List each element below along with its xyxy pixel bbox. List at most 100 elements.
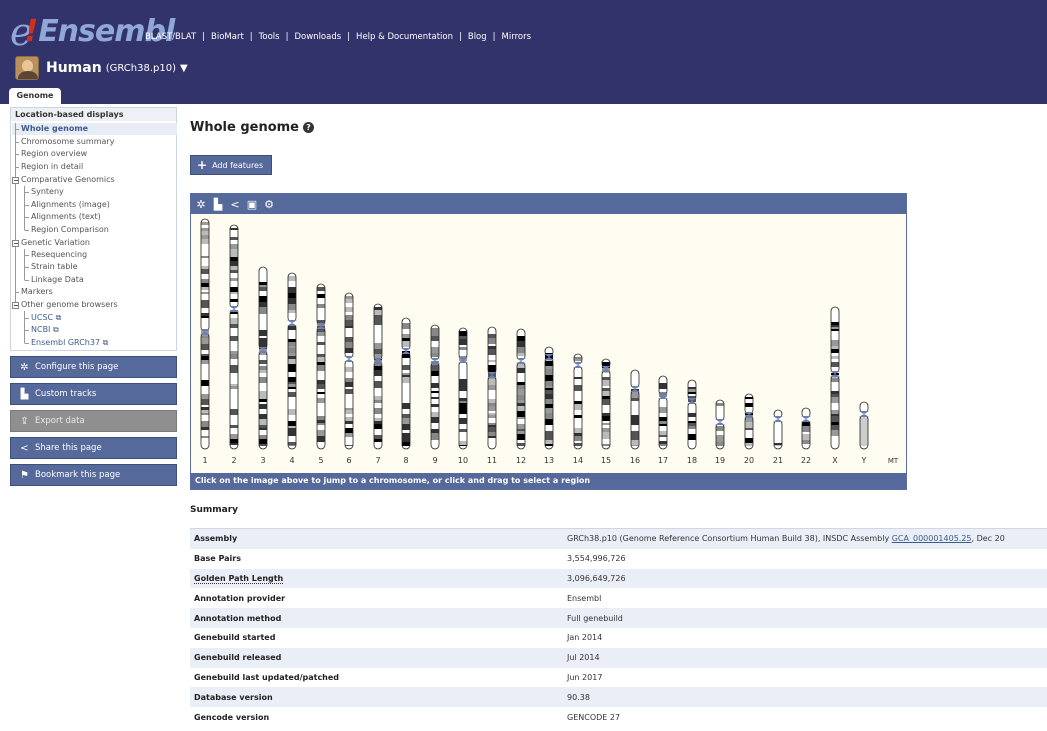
chromosome-2[interactable]: 2 (229, 224, 239, 465)
chromosome-band (345, 322, 353, 326)
chromosome-band (230, 399, 238, 405)
nav-resequencing[interactable]: Resequencing (31, 249, 87, 261)
chromosome-12[interactable]: 12 (516, 328, 526, 465)
chromosome-band (488, 413, 496, 415)
link-help[interactable]: Help & Documentation (356, 32, 453, 42)
share-page-button[interactable]: < Share this page (10, 437, 177, 459)
nav-whole-genome[interactable]: Whole genome (21, 123, 88, 135)
nav-ensembl-grch37[interactable]: Ensembl GRCh37 ⧉ (31, 337, 108, 349)
chromosome-6[interactable]: 6 (344, 292, 354, 465)
bookmark-page-button[interactable]: ⚑ Bookmark this page (10, 464, 177, 486)
nav-linkage-data[interactable]: Linkage Data (31, 274, 84, 286)
resize-icon[interactable]: ⚙ (263, 198, 275, 211)
chromosome-band (831, 422, 839, 425)
chromosome-band (602, 373, 610, 377)
link-biomart[interactable]: BioMart (211, 32, 244, 42)
chromosome-band (745, 443, 753, 446)
chromosome-8[interactable]: 8 (401, 317, 411, 465)
chromosome-band (431, 336, 439, 341)
nav-comparative-genomics[interactable]: Comparative Genomics (21, 174, 115, 186)
assembly-accession-link[interactable]: GCA_000001405.25 (892, 534, 972, 543)
chromosome-band (860, 405, 868, 409)
chromosome-15[interactable]: 15 (601, 358, 611, 465)
nav-alignments-text[interactable]: Alignments (text) (31, 211, 101, 223)
page-title-text: Whole genome (190, 120, 299, 135)
chromosome-Y[interactable]: Y (859, 401, 869, 465)
chromosome-10[interactable]: 10 (458, 327, 468, 465)
export-image-icon[interactable]: ▣ (246, 198, 258, 211)
chromosome-1[interactable]: 1 (200, 218, 210, 465)
chromosome-band (574, 418, 582, 424)
chromosome-band (201, 336, 209, 338)
chromosome-3[interactable]: 3 (258, 266, 268, 465)
chromosome-X[interactable]: X (830, 306, 840, 465)
chromosome-band (517, 353, 525, 356)
configure-page-button[interactable]: ✲ Configure this page (10, 356, 177, 378)
chromosome-band (317, 345, 325, 351)
link-downloads[interactable]: Downloads (294, 32, 341, 42)
chromosome-16[interactable]: 16 (630, 369, 640, 465)
chromosome-band (201, 308, 209, 313)
karyotype-svg[interactable]: 1 2 3 4 5 6 7 8 9 10 11 12 13 14 15 16 17 18 19 20 21 22 X Y MT (191, 214, 906, 473)
chromosome-band (774, 433, 782, 435)
chromosome-11[interactable]: 11 (487, 326, 497, 465)
chromosome-9[interactable]: 9 (430, 324, 440, 465)
nav-alignments-image[interactable]: Alignments (image) (31, 199, 110, 211)
chromosome-band (545, 413, 553, 419)
export-data-button[interactable]: ⇪ Export data (10, 410, 177, 432)
chromosome-18[interactable]: 18 (687, 379, 697, 465)
link-blog[interactable]: Blog (468, 32, 487, 42)
species-selector[interactable]: Human (GRCh38.p10) ▼ (15, 56, 188, 80)
nav-chromosome-summary[interactable]: Chromosome summary (21, 136, 114, 148)
link-blast[interactable]: BLAST/BLAT (145, 32, 196, 42)
gear-icon[interactable]: ✲ (195, 198, 207, 211)
chromosome-20[interactable]: 20 (744, 393, 754, 465)
chromosome-14[interactable]: 14 (573, 353, 583, 465)
chromosome-band (459, 432, 467, 437)
chromosome-band (545, 419, 553, 425)
karyotype-image[interactable]: 1 2 3 4 5 6 7 8 9 10 11 12 13 14 15 16 17 18 19 20 21 22 X Y MT (191, 214, 906, 473)
custom-tracks-button[interactable]: ▙ Custom tracks (10, 383, 177, 405)
nav-synteny[interactable]: Synteny (31, 186, 64, 198)
nav-other-genome-browsers[interactable]: Other genome browsers (21, 299, 118, 311)
chromosome-5[interactable]: 5 (316, 283, 326, 465)
chromosome-band (631, 421, 639, 425)
nav-region-in-detail[interactable]: Region in detail (21, 161, 83, 173)
share-icon[interactable]: < (229, 198, 241, 211)
chromosome-band (517, 377, 525, 380)
nav-markers[interactable]: Markers (21, 286, 53, 298)
link-tools[interactable]: Tools (259, 32, 280, 42)
help-icon[interactable]: ? (303, 122, 314, 133)
chromosome-band (317, 313, 325, 315)
chromosome-13[interactable]: 13 (544, 346, 554, 465)
chromosome-band (201, 394, 209, 399)
chromosome-band (259, 287, 267, 291)
chromosome-band (402, 392, 410, 395)
chromosome-band (201, 368, 209, 373)
nav-ucsc[interactable]: UCSC ⧉ (31, 312, 61, 324)
nav-ncbi[interactable]: NCBI ⧉ (31, 324, 59, 336)
chromosome-22[interactable]: 22 (801, 407, 811, 465)
chromosome-band (860, 424, 868, 426)
chromosome-band (230, 234, 238, 237)
custom-tracks-icon[interactable]: ▙ (212, 198, 224, 211)
chromosome-7[interactable]: 7 (373, 303, 383, 465)
chromosome-4[interactable]: 4 (287, 272, 297, 465)
nav-genetic-variation[interactable]: Genetic Variation (21, 237, 90, 249)
chromosome-band (602, 416, 610, 421)
chromosome-19[interactable]: 19 (715, 399, 725, 465)
chromosome-band (345, 414, 353, 417)
chromosome-MT[interactable]: MT (888, 457, 899, 465)
chromosome-band (488, 379, 496, 385)
link-mirrors[interactable]: Mirrors (502, 32, 531, 42)
chromosome-17[interactable]: 17 (658, 375, 668, 465)
chromosome-band (345, 296, 353, 299)
chromosome-band (288, 432, 296, 436)
chromosome-21[interactable]: 21 (773, 409, 783, 465)
chromosome-band (488, 362, 496, 365)
tab-genome[interactable]: Genome (9, 88, 61, 104)
nav-region-comparison[interactable]: Region Comparison (31, 224, 109, 236)
nav-region-overview[interactable]: Region overview (21, 148, 87, 160)
nav-strain-table[interactable]: Strain table (31, 261, 78, 273)
add-features-button[interactable]: + Add features (190, 155, 272, 175)
